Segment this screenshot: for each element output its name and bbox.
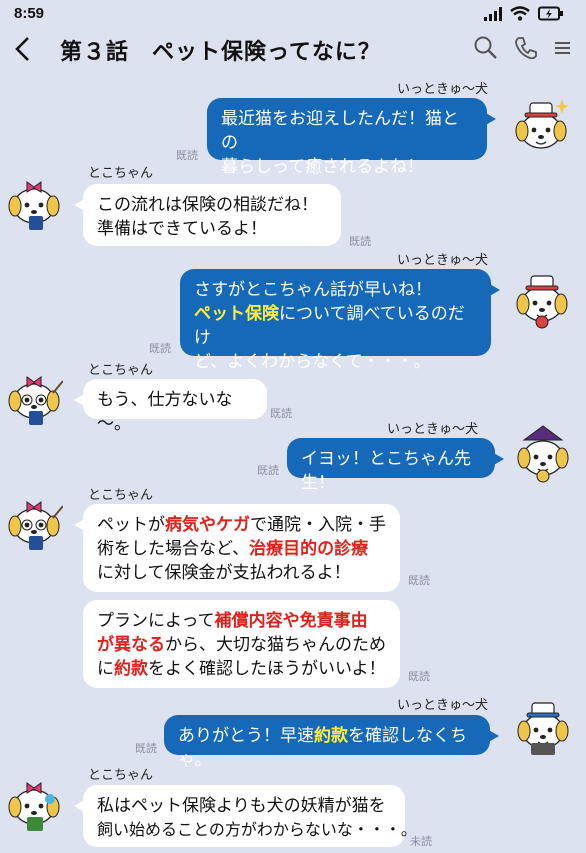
message-bubble[interactable]: もう、仕方ないな～。 [74,379,267,434]
menu-icon[interactable] [553,34,573,62]
message-text-segment: で通院・入院・手 [250,515,386,535]
itokyu-dog-avatar-icon[interactable] [513,266,571,330]
wifi-icon [510,6,530,21]
message-text-segment: に [97,659,114,679]
message-text: もう、仕方ないな～。 [97,390,233,434]
message-text: ペットが病気やケガで通院・入院・手 [97,513,386,537]
sender-name: とこちゃん [88,363,154,378]
sender-name: いっときゅ～犬 [396,253,488,268]
message-text: プランによって補償内容や免責事由 [97,609,386,633]
highlight-text: 治療目的の診療 [249,539,369,559]
tokochan-dog-avatar-icon[interactable] [5,168,63,232]
read-receipt: 既読 [257,464,279,477]
highlight-text: 約款 [114,659,148,679]
tokochan-dog-avatar-icon[interactable] [5,769,63,833]
read-receipt: 既読 [270,407,292,420]
message-text: 暮らしって癒されるよね！ [221,157,425,177]
message-text: ペット保険について調べているのだけ [194,302,477,350]
message-text-segment: ありがとう！早速 [178,726,314,746]
read-receipt: 既読 [349,235,371,248]
message-bubble[interactable]: この流れは保険の相談だね！ 準備はできているよ！ [74,184,341,246]
message-text-segment: プランによって [97,611,215,631]
message-text: 最近猫をお迎えしたんだ！猫との [221,109,459,153]
highlight-text: 病気やケガ [165,515,250,535]
message-text-segment: 術をした場合など、 [97,539,250,559]
message-text: ど、よくわからなくて・・・。 [194,352,431,372]
read-receipt: 既読 [176,149,198,162]
message-text: イヨッ！とこちゃん先生！ [301,449,471,493]
tokochan-dog-avatar-icon[interactable] [5,363,63,427]
message-bubble[interactable]: 最近猫をお迎えしたんだ！猫との 暮らしって癒されるよね！ [207,98,496,177]
message-text: この流れは保険の相談だね！ [97,195,318,215]
message-text: 飼い始めることの方がわからないな・・・。 [97,820,417,839]
highlight-text: ペット保険 [194,304,279,324]
message-text: さすがとこちゃん話が早いね！ [194,280,432,300]
message-bubble[interactable]: ありがとう！早速約款を確認しなくちゃ。 [164,715,499,770]
itokyu-dog-avatar-icon[interactable] [514,693,572,757]
back-chevron-icon[interactable] [8,32,38,66]
message-text: ありがとう！早速約款を確認しなくちゃ。 [178,724,476,772]
message-bubble[interactable]: イヨッ！とこちゃん先生！ [287,438,504,493]
itokyu-dog-avatar-icon[interactable] [512,93,570,157]
battery-charging-icon [538,6,563,21]
message-bubble[interactable]: 私はペット保険よりも犬の妖精が猫を 飼い始めることの方がわからないな・・・。 [74,785,417,847]
message-text-segment: ペットが [97,515,165,535]
message-text: 私はペット保険よりも犬の妖精が猫を [97,796,386,816]
message-text: が異なるから、大切な猫ちゃんのため [97,633,386,657]
status-bar: 8:59 [0,0,586,26]
tokochan-dog-avatar-icon[interactable] [5,488,63,552]
message-bubble[interactable]: プランによって補償内容や免責事由 が異なるから、大切な猫ちゃんのため に約款をよ… [83,600,400,688]
read-receipt: 既読 [149,342,171,355]
search-icon[interactable] [472,34,500,62]
itokyu-dog-avatar-icon[interactable] [514,420,572,484]
highlight-text: 補償内容や免責事由 [214,611,368,631]
sender-name: いっときゅ～犬 [396,82,488,97]
message-bubble[interactable]: さすがとこちゃん話が早いね！ ペット保険について調べているのだけ ど、よくわから… [180,269,500,372]
sender-name: とこちゃん [88,166,154,181]
signal-icon [484,7,502,21]
message-text: に対して保険金が支払われるよ！ [97,563,351,583]
message-bubble[interactable]: ペットが病気やケガで通院・入院・手 術をした場合など、治療目的の診療 に対して保… [74,504,400,592]
status-time: 8:59 [14,5,45,22]
message-text: 準備はできているよ！ [97,219,267,239]
phone-icon[interactable] [512,34,540,62]
message-text: に約款をよく確認したほうがいいよ！ [97,657,386,681]
status-icons [484,6,564,21]
message-text-segment: をよく確認したほうがいいよ！ [148,659,386,679]
sender-name: いっときゅ～犬 [386,422,478,437]
highlight-text: 約款 [314,726,348,746]
read-receipt: 既読 [408,670,430,683]
message-text-segment: から、大切な猫ちゃんのため [165,635,386,655]
read-receipt: 既読 [135,742,157,755]
chat-title: 第３話 ペット保険ってなに？ [60,40,381,65]
sender-name: とこちゃん [88,488,154,503]
message-text: 術をした場合など、治療目的の診療 [97,537,386,561]
read-receipt: 未読 [410,835,432,848]
sender-name: いっときゅ～犬 [396,698,488,713]
read-receipt: 既読 [408,574,430,587]
chat-header: 第３話 ペット保険ってなに？ [0,26,586,72]
highlight-text: が異なる [97,635,165,655]
sender-name: とこちゃん [88,768,154,783]
